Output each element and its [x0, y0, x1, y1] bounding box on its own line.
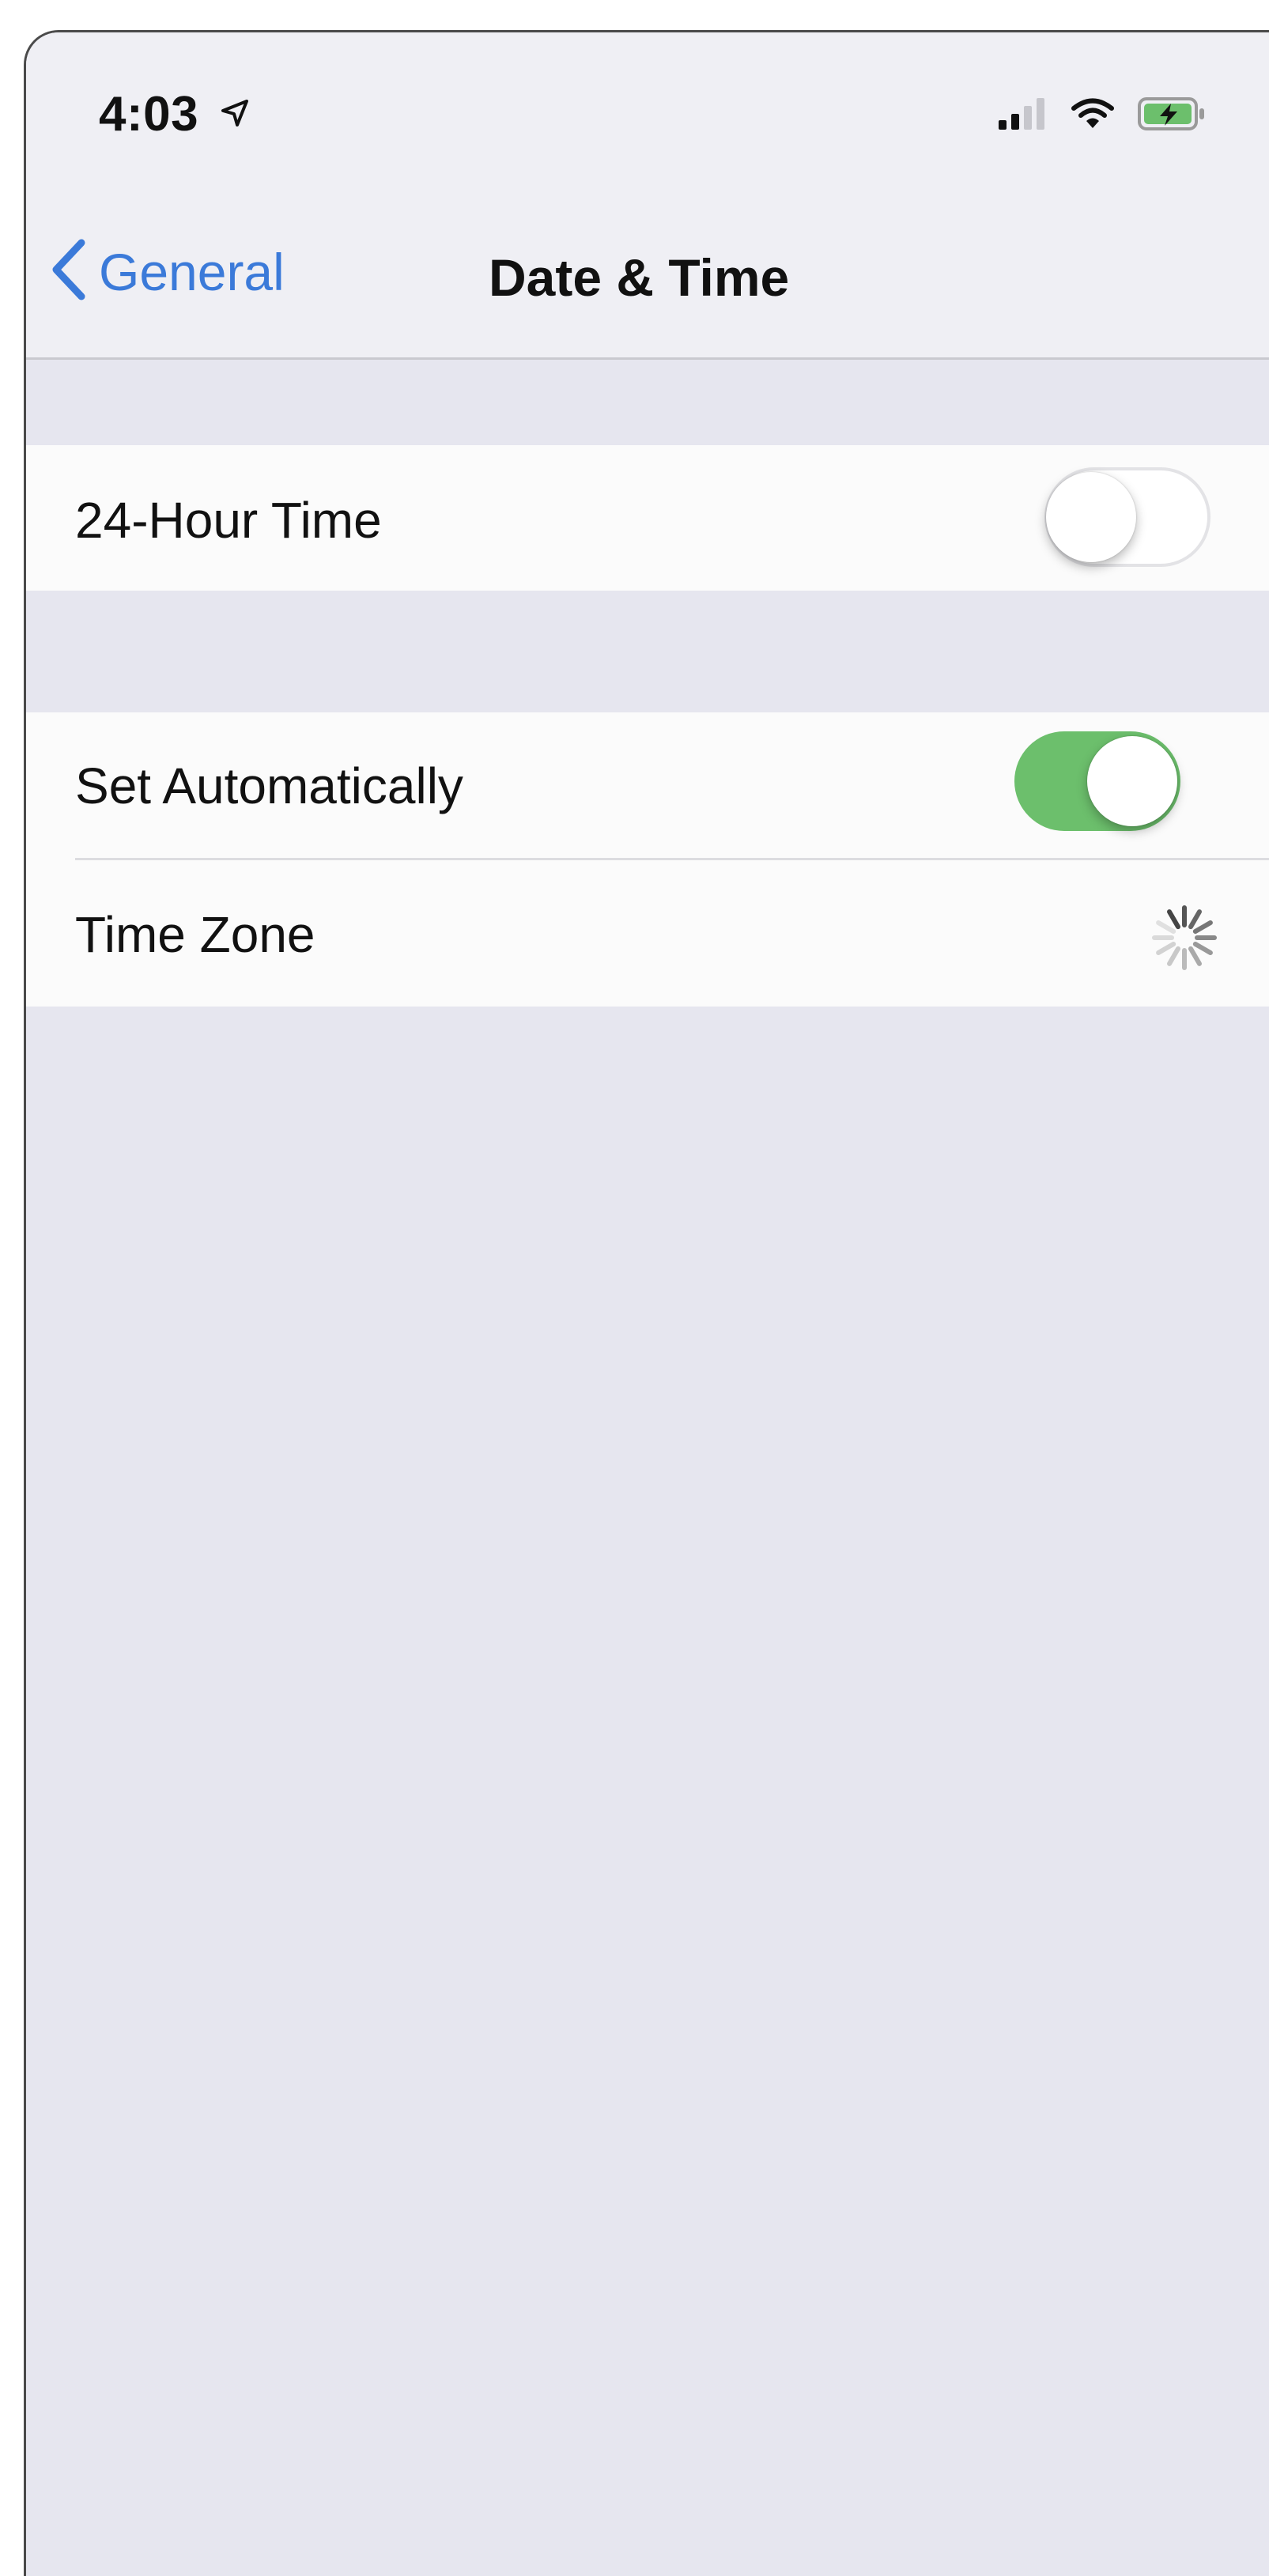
- chevron-left-icon: [50, 238, 86, 305]
- back-button-label: General: [99, 242, 285, 301]
- battery-charging-icon: [1138, 97, 1206, 134]
- 24-hour-time-toggle[interactable]: [1044, 467, 1210, 567]
- row-label-time-zone: Time Zone: [75, 906, 315, 963]
- status-bar: 4:03: [26, 32, 1269, 183]
- navigation-bar: General Date & Time: [26, 183, 1269, 360]
- row-label-set-automatically: Set Automatically: [75, 757, 463, 814]
- phone-screen: 4:03 General Date & Time 24-Hour Time Se…: [24, 30, 1269, 2576]
- page-title: Date & Time: [489, 248, 790, 307]
- status-time-text: 4:03: [99, 87, 199, 142]
- status-icons: [999, 97, 1206, 134]
- row-divider: [75, 858, 1269, 860]
- back-button[interactable]: General: [50, 238, 285, 305]
- set-automatically-toggle[interactable]: [1014, 731, 1180, 831]
- row-24-hour-time: 24-Hour Time: [26, 445, 1269, 591]
- status-time: 4:03: [99, 83, 249, 142]
- settings-group-automatic: Set Automatically Time Zone: [26, 712, 1269, 1007]
- location-arrow-icon: [221, 83, 249, 139]
- toggle-knob: [1046, 472, 1136, 562]
- toggle-knob: [1087, 736, 1177, 826]
- loading-spinner-icon: [1149, 902, 1220, 977]
- signal-icon: [999, 98, 1048, 134]
- wifi-icon: [1071, 98, 1114, 134]
- row-label-24-hour-time: 24-Hour Time: [75, 492, 382, 549]
